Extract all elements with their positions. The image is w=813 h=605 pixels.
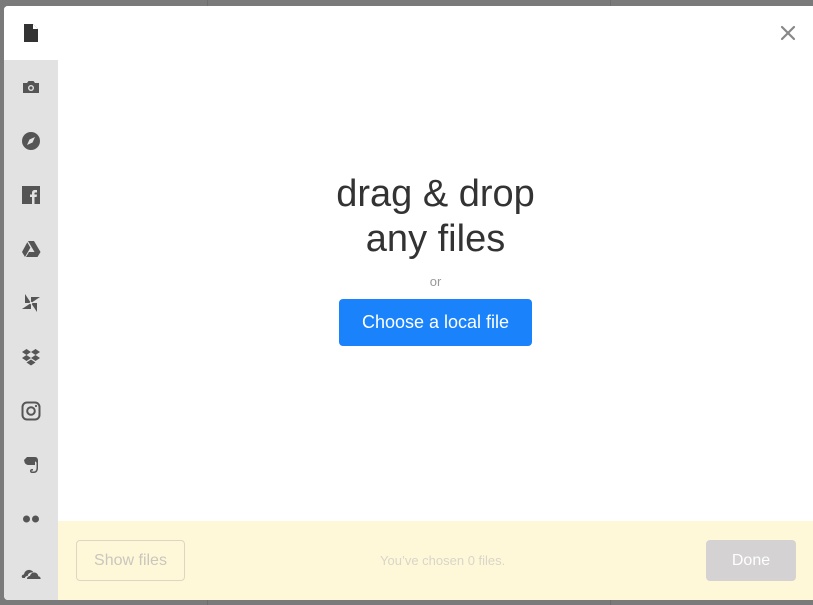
drop-zone-title: drag & drop any files bbox=[58, 172, 813, 262]
file-icon bbox=[24, 24, 38, 42]
sidebar-item-webcam[interactable] bbox=[4, 60, 58, 114]
sidebar-item-my-device[interactable] bbox=[4, 6, 58, 60]
done-button[interactable]: Done bbox=[706, 540, 796, 581]
sidebar-item-flickr[interactable] bbox=[4, 492, 58, 546]
sidebar-item-google-photos[interactable] bbox=[4, 276, 58, 330]
compass-icon bbox=[22, 132, 40, 150]
evernote-icon bbox=[24, 457, 38, 473]
camera-icon bbox=[23, 81, 39, 93]
title-line-1: drag & drop bbox=[336, 173, 535, 215]
show-files-button[interactable]: Show files bbox=[76, 540, 185, 581]
sidebar-item-facebook[interactable] bbox=[4, 168, 58, 222]
drop-zone[interactable]: drag & drop any files or Choose a local … bbox=[58, 6, 813, 521]
instagram-icon bbox=[21, 401, 41, 421]
chosen-files-count: You’ve chosen 0 files. bbox=[380, 553, 506, 568]
google-drive-icon bbox=[22, 241, 41, 257]
sidebar-item-url[interactable] bbox=[4, 114, 58, 168]
pinwheel-icon bbox=[22, 294, 40, 312]
title-line-2: any files bbox=[365, 218, 506, 260]
dropbox-icon bbox=[22, 349, 40, 366]
or-separator: or bbox=[429, 274, 442, 289]
facebook-icon bbox=[22, 186, 40, 204]
sidebar-item-instagram[interactable] bbox=[4, 384, 58, 438]
sidebar-item-onedrive[interactable] bbox=[4, 546, 58, 600]
sidebar-item-evernote[interactable] bbox=[4, 438, 58, 492]
sidebar-item-dropbox[interactable] bbox=[4, 330, 58, 384]
source-sidebar bbox=[4, 6, 58, 600]
sidebar-item-google-drive[interactable] bbox=[4, 222, 58, 276]
footer-bar: Show files You’ve chosen 0 files. Done bbox=[58, 521, 813, 600]
flickr-icon bbox=[23, 515, 39, 523]
onedrive-icon bbox=[21, 569, 41, 579]
file-picker-dialog: drag & drop any files or Choose a local … bbox=[4, 6, 813, 600]
choose-local-file-button[interactable]: Choose a local file bbox=[339, 299, 532, 346]
